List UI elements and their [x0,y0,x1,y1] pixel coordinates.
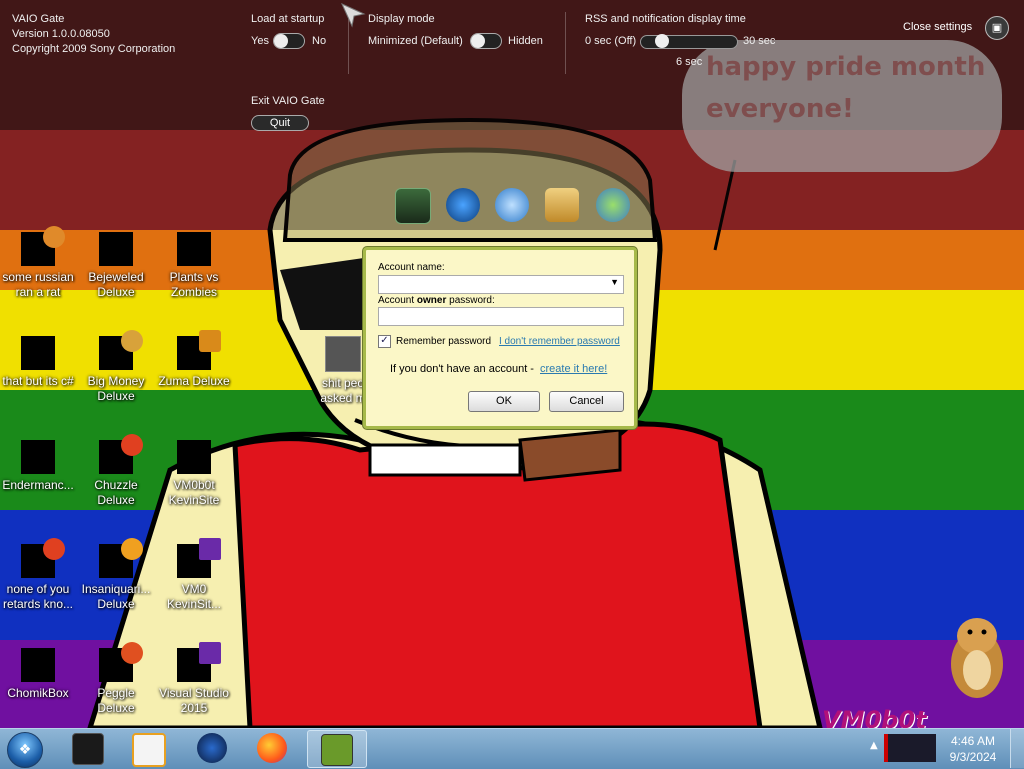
settings-divider [565,12,566,74]
remember-password-label: Remember password [396,336,492,347]
grid-app-icon[interactable] [395,188,431,224]
close-settings-button[interactable]: ▣ [985,16,1009,40]
shortcut-icon [21,226,65,266]
desktop-icon[interactable]: Big Money Deluxe [80,330,152,404]
bubble-line-1: happy pride month [706,52,986,82]
desktop-icon[interactable]: Zuma Deluxe [158,330,230,389]
insaniquarium-icon [99,538,143,578]
folder-stack-icon [21,336,55,370]
password-field[interactable] [378,307,624,326]
speech-bubble-text: happy pride month everyone! [706,46,996,130]
desktop-icon[interactable]: that but its c# [2,336,74,389]
login-dialog: Account name: ▼ Account owner password: … [363,247,637,429]
globe-icon[interactable] [446,188,480,222]
clock-time: 4:46 AM [950,734,996,748]
ok-button[interactable]: OK [468,391,540,412]
hamster-image [951,618,1003,698]
terminal-icon [21,440,55,474]
account-name-field[interactable]: ▼ [378,275,624,294]
taskbar-item-chomikbox[interactable] [307,730,367,768]
rss-current-value: 6 sec [676,56,703,68]
load-at-startup-toggle[interactable] [273,33,305,49]
display-mode-minimized-label: Minimized (Default) [368,35,463,47]
display-mode-label: Display mode [368,13,435,25]
taskbar-item-media-player[interactable] [120,730,176,767]
pointer-arrow-icon [340,2,366,28]
desktop-icon[interactable]: Peggle Deluxe [80,642,152,716]
password-label: Account owner password: [378,295,495,306]
load-at-startup-yes-label: Yes [251,35,269,47]
tray-expand-icon[interactable]: ▲ [870,740,878,751]
chomikbox-icon [21,648,55,682]
mail-icon[interactable] [545,188,579,222]
chuzzle-icon [99,434,143,474]
load-at-startup-no-label: No [312,35,327,47]
briefcase-icon: ▣ [991,21,1003,34]
windows-logo-icon: ❖ [18,742,32,758]
desktop-icon[interactable]: Chuzzle Deluxe [80,434,152,508]
vaio-gate-title: VAIO Gate [12,13,65,25]
visual-studio-file-icon [177,538,221,578]
rss-display-time-label: RSS and notification display time [585,13,746,25]
exit-vaio-gate-label: Exit VAIO Gate [251,95,325,107]
show-desktop-button[interactable] [1010,729,1024,768]
remember-password-checkbox[interactable]: ✓ [378,335,391,348]
no-account-text: If you don't have an account - [390,363,534,375]
rss-slider-handle[interactable] [655,34,669,48]
desktop-icon[interactable]: VM0b0t KevinSite [158,440,230,508]
big-money-icon [99,330,143,370]
display-mode-toggle[interactable] [470,33,502,49]
plants-vs-zombies-icon [177,232,211,266]
rss-max-label: 30 sec [743,35,776,47]
media-player-icon [132,733,166,767]
desktop-icon[interactable]: VM0 KevinSit... [158,538,230,612]
firefox-icon [257,733,287,763]
desktop-icon[interactable]: ChomikBox [2,648,74,701]
messenger-icon[interactable] [596,188,630,222]
account-name-label: Account name: [378,262,445,273]
peggle-icon [99,642,143,682]
desktop-icon[interactable]: some russian ran a rat [2,226,74,300]
internet-explorer-icon[interactable] [495,188,529,222]
desktop-icon[interactable]: Bejeweled Deluxe [80,232,152,300]
chomikbox-icon [321,734,353,766]
vaio-gate-version: Version 1.0.0.08050 [12,28,110,40]
taskbar-clock[interactable]: 4:46 AM 9/3/2024 [940,733,1006,765]
desktop-icon[interactable]: Endermanc... [2,440,74,493]
taskbar-item-network[interactable] [185,730,241,766]
vaio-gate-copyright: Copyright 2009 Sony Corporation [12,43,176,55]
desktop-icon[interactable]: Insaniquari... Deluxe [80,538,152,612]
start-button[interactable]: ❖ [7,732,43,768]
display-mode-hidden-label: Hidden [508,35,543,47]
create-account-link[interactable]: create it here! [540,363,607,375]
terminal-icon [72,733,104,765]
desktop-icon[interactable]: Visual Studio 2015 [158,642,230,716]
network-icon [197,733,227,763]
desktop-icon[interactable]: none of you retards kno... [2,538,74,612]
bubble-line-2: everyone! [706,94,854,124]
vm-shortcut-icon [177,440,211,474]
file-icon [325,336,361,372]
taskbar-item-terminal[interactable] [60,730,116,766]
quit-button[interactable]: Quit [251,115,309,131]
browser-icon [21,538,65,578]
forgot-password-link[interactable]: I don't remember password [499,336,620,347]
load-at-startup-label: Load at startup [251,13,325,25]
zuma-icon [177,330,221,370]
clock-date: 9/3/2024 [949,750,997,764]
visual-studio-icon [177,642,221,682]
chevron-down-icon[interactable]: ▼ [610,277,619,287]
taskbar-item-firefox[interactable] [245,730,301,766]
bejeweled-icon [99,232,133,266]
tray-app-icon[interactable] [884,734,936,762]
desktop-icon[interactable]: Plants vs Zombies [158,232,230,300]
close-settings-link[interactable]: Close settings [903,21,972,33]
rss-min-label: 0 sec (Off) [585,35,637,47]
cancel-button[interactable]: Cancel [549,391,624,412]
